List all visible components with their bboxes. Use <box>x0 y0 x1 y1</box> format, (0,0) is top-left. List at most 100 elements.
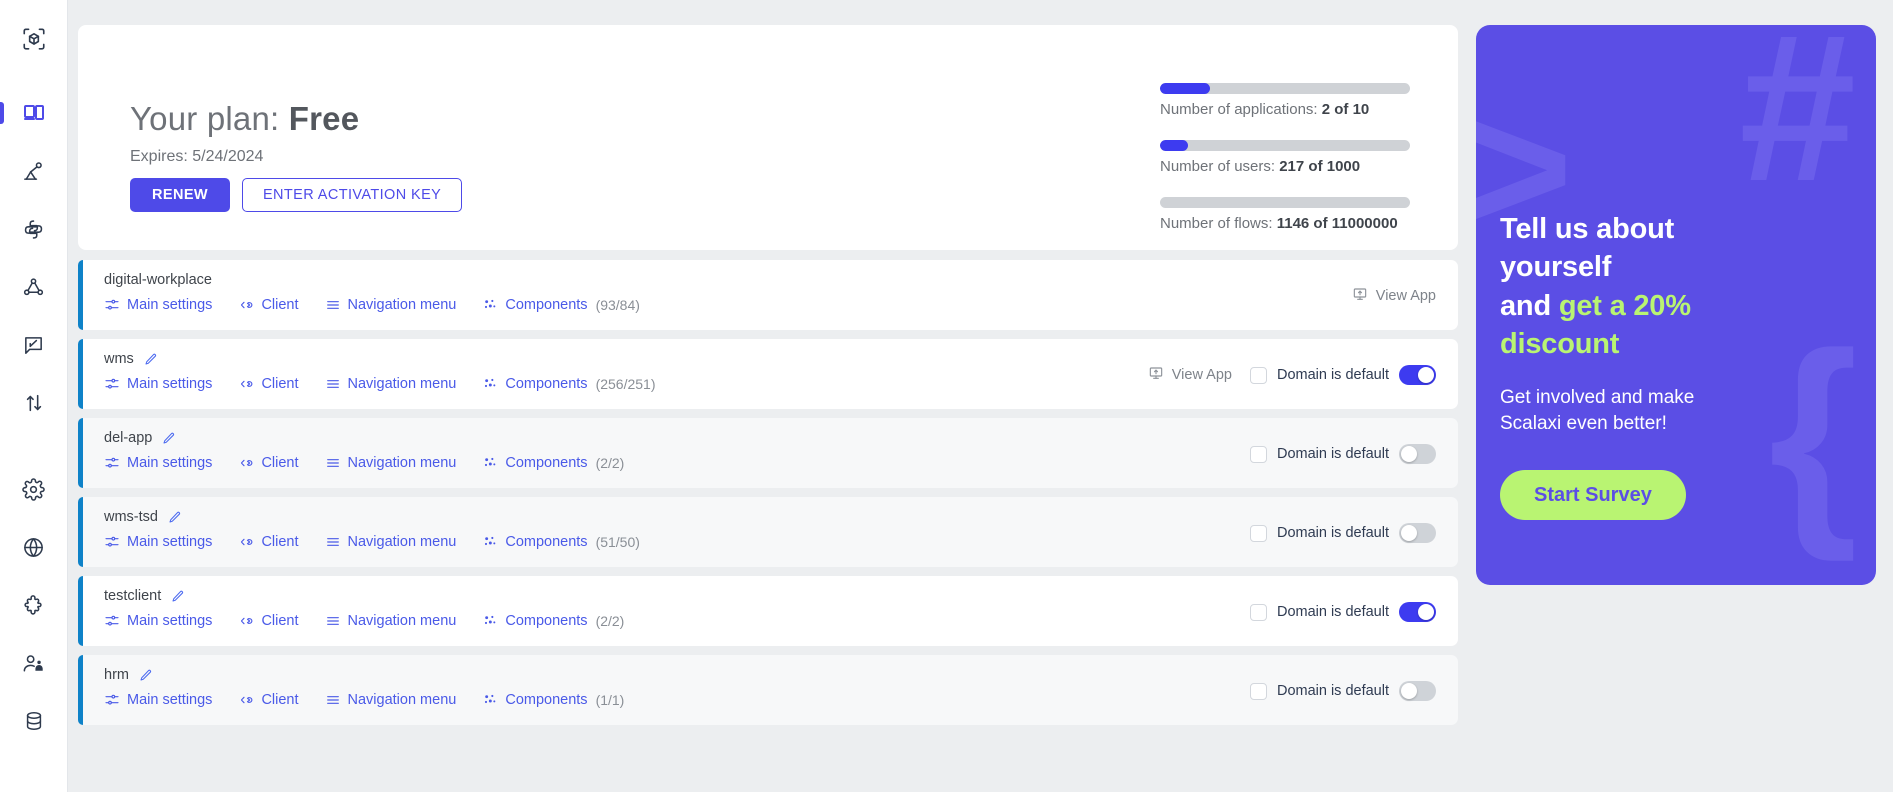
sidebar-item-domains[interactable] <box>0 518 68 576</box>
main-settings-label: Main settings <box>127 534 213 550</box>
domain-default-checkbox[interactable] <box>1249 445 1267 463</box>
client-link[interactable]: Client <box>238 613 299 629</box>
navigation-menu-link[interactable]: Navigation menu <box>325 613 456 629</box>
app-name: testclient <box>104 588 162 604</box>
users-stat-label: Number of users: 217 of 1000 <box>1160 158 1410 175</box>
table-row[interactable]: del-app Main settings Client Navigation … <box>78 418 1458 488</box>
components-link[interactable]: Components <box>482 455 588 471</box>
start-survey-button[interactable]: Start Survey <box>1500 470 1686 521</box>
toggle-knob <box>1401 525 1417 541</box>
navigation-menu-link[interactable]: Navigation menu <box>325 297 457 313</box>
users-progress-fill <box>1160 140 1188 151</box>
domain-default-checkbox[interactable] <box>1249 603 1267 621</box>
main-settings-link[interactable]: Main settings <box>104 376 212 392</box>
components-link[interactable]: Components <box>482 534 588 550</box>
view-app-button[interactable]: View App <box>1148 365 1232 385</box>
view-app-label: View App <box>1171 367 1232 383</box>
sidebar-item-settings[interactable] <box>0 460 68 518</box>
renew-button[interactable]: RENEW <box>130 178 230 212</box>
domain-default-toggle[interactable] <box>1399 365 1436 385</box>
client-label: Client <box>261 534 299 550</box>
navigation-menu-link[interactable]: Navigation menu <box>325 455 456 471</box>
app-row-links: Main settings Client Navigation menu Com… <box>104 376 656 392</box>
domain-default-toggle[interactable] <box>1399 602 1436 622</box>
edit-pencil-icon[interactable] <box>138 668 153 683</box>
edit-pencil-icon[interactable] <box>143 352 158 367</box>
stat-flows: Number of flows: 1146 of 11000000 <box>1160 197 1410 232</box>
sidebar-item-forms[interactable] <box>0 316 68 374</box>
app-row-controls: Domain is default <box>1249 667 1436 701</box>
domain-default-checkbox[interactable] <box>1249 524 1267 542</box>
components-dots-icon <box>482 297 498 313</box>
domain-default-checkbox[interactable] <box>1249 682 1267 700</box>
edit-pencil-icon[interactable] <box>161 431 176 446</box>
sidebar-item-integrations[interactable] <box>0 200 68 258</box>
code-link-icon <box>238 376 254 392</box>
app-row-links: Main settings Client Navigation menu Com… <box>104 534 640 550</box>
app-row-main: wms Main settings Client Navigation menu <box>104 351 656 392</box>
navigation-menu-link[interactable]: Navigation menu <box>325 376 457 392</box>
table-row[interactable]: hrm Main settings Client Navigation menu <box>78 655 1458 725</box>
components-link[interactable]: Components <box>482 297 588 313</box>
main-settings-link[interactable]: Main settings <box>104 692 212 708</box>
navigation-menu-link[interactable]: Navigation menu <box>325 692 456 708</box>
sidebar-item-automation[interactable] <box>0 142 68 200</box>
components-link[interactable]: Components <box>482 692 588 708</box>
main-settings-link[interactable]: Main settings <box>104 297 212 313</box>
sidebar-item-plugins[interactable] <box>0 576 68 634</box>
components-label: Components <box>505 692 588 708</box>
code-link-icon <box>238 534 254 550</box>
components-label: Components <box>505 376 588 392</box>
edit-pencil-icon[interactable] <box>170 589 185 604</box>
sidebar-item-users[interactable] <box>0 634 68 692</box>
enter-activation-key-button[interactable]: ENTER ACTIVATION KEY <box>241 178 463 212</box>
cube-logo-icon[interactable] <box>0 10 68 68</box>
components-count: (2/2) <box>595 455 625 471</box>
components-count: (2/2) <box>595 613 625 629</box>
sliders-icon <box>104 376 120 392</box>
client-label: Client <box>261 376 299 392</box>
components-label: Components <box>505 613 588 629</box>
client-link[interactable]: Client <box>238 455 299 471</box>
app-name-group: testclient <box>104 588 624 604</box>
sidebar-item-flows[interactable] <box>0 258 68 316</box>
applications-stat-label: Number of applications: 2 of 10 <box>1160 101 1410 118</box>
domain-default-group: Domain is default <box>1249 523 1436 543</box>
domain-default-checkbox[interactable] <box>1249 366 1267 384</box>
main-settings-link[interactable]: Main settings <box>104 455 212 471</box>
main-settings-link[interactable]: Main settings <box>104 534 212 550</box>
main-settings-link[interactable]: Main settings <box>104 613 212 629</box>
client-link[interactable]: Client <box>238 692 299 708</box>
toggle-knob <box>1401 446 1417 462</box>
table-row[interactable]: wms Main settings Client Navigation menu <box>78 339 1458 409</box>
applications-stat-value: 2 of 10 <box>1321 101 1370 118</box>
domain-default-toggle[interactable] <box>1399 523 1436 543</box>
plan-expiry-label: Expires: 5/24/2024 <box>130 148 264 165</box>
components-count: (1/1) <box>595 692 625 708</box>
navigation-menu-label: Navigation menu <box>347 376 457 392</box>
domain-default-toggle[interactable] <box>1399 444 1436 464</box>
client-link[interactable]: Client <box>238 534 299 550</box>
sidebar-item-database[interactable] <box>0 692 68 750</box>
sidebar-item-applications[interactable] <box>0 84 68 142</box>
domain-default-group: Domain is default <box>1249 444 1436 464</box>
navigation-menu-label: Navigation menu <box>347 297 457 313</box>
code-link-icon <box>238 455 254 471</box>
client-link[interactable]: Client <box>238 376 299 392</box>
edit-pencil-icon[interactable] <box>167 510 182 525</box>
table-row[interactable]: testclient Main settings Client Navigati… <box>78 576 1458 646</box>
main-settings-label: Main settings <box>127 613 213 629</box>
view-app-button[interactable]: View App <box>1352 286 1436 306</box>
components-link[interactable]: Components <box>482 376 588 392</box>
table-row[interactable]: wms-tsd Main settings Client Navigation … <box>78 497 1458 567</box>
app-name-group: digital-workplace <box>104 272 640 288</box>
table-row[interactable]: digital-workplace Main settings Client N… <box>78 260 1458 330</box>
components-link[interactable]: Components <box>482 613 588 629</box>
flows-progress-track <box>1160 197 1410 208</box>
navigation-menu-link[interactable]: Navigation menu <box>325 534 456 550</box>
client-link[interactable]: Client <box>238 297 299 313</box>
main-settings-label: Main settings <box>127 692 213 708</box>
sidebar-item-transfer[interactable] <box>0 374 68 432</box>
main-settings-label: Main settings <box>127 455 213 471</box>
domain-default-toggle[interactable] <box>1399 681 1436 701</box>
